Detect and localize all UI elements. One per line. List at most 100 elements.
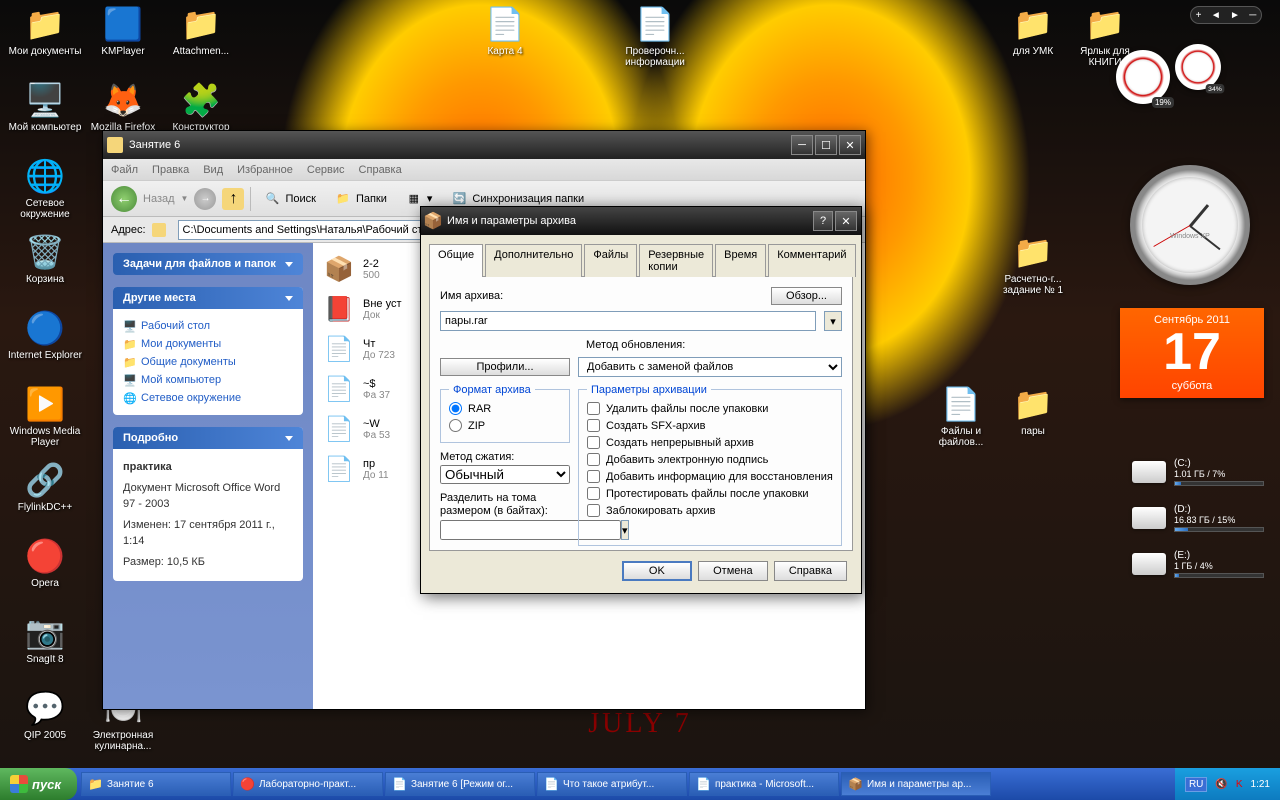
clock[interactable]: 1:21 — [1251, 779, 1270, 790]
param-checkbox[interactable]: Удалить файлы после упаковки — [587, 400, 833, 417]
disk-icon — [1132, 507, 1166, 529]
compression-select[interactable]: Обычный — [440, 465, 570, 484]
desktop-icon[interactable]: 📁Мои документы — [8, 4, 82, 57]
desktop-icon[interactable]: 💬QIP 2005 — [8, 688, 82, 741]
sidebar-place-link[interactable]: 🌐Сетевое окружение — [123, 389, 293, 407]
icon-label: Электронная кулинарна... — [86, 730, 160, 752]
param-checkbox[interactable]: Добавить информацию для восстановления — [587, 468, 833, 485]
archive-name-input[interactable] — [440, 311, 816, 331]
taskbar-button[interactable]: 📄практика - Microsoft... — [689, 772, 839, 796]
desktop-icon[interactable]: 🔴Opera — [8, 536, 82, 589]
desktop-icon[interactable]: ▶️Windows Media Player — [8, 384, 82, 448]
icon-glyph: ▶️ — [25, 384, 65, 424]
desktop-icon[interactable]: 📄Проверочн... информации — [618, 4, 692, 68]
explorer-titlebar[interactable]: Занятие 6 ─ ☐ ✕ — [103, 131, 865, 159]
dialog-close-button[interactable]: ✕ — [835, 211, 857, 231]
taskbar-button[interactable]: 📄Занятие 6 [Режим ог... — [385, 772, 535, 796]
archive-name-label: Имя архива: — [440, 290, 503, 302]
tasks-panel-header[interactable]: Задачи для файлов и папок — [113, 253, 303, 275]
param-checkbox[interactable]: Создать SFX-архив — [587, 417, 833, 434]
desktop-icon[interactable]: 🦊Mozilla Firefox — [86, 80, 160, 133]
minimize-button[interactable]: ─ — [791, 135, 813, 155]
desktop-icon[interactable]: 🧩Конструктор — [164, 80, 238, 133]
desktop-icon[interactable]: 🌐Сетевое окружение — [8, 156, 82, 220]
param-checkbox[interactable]: Протестировать файлы после упаковки — [587, 485, 833, 502]
tab-комментарий[interactable]: Комментарий — [768, 244, 855, 277]
desktop-icon[interactable]: 🔵Internet Explorer — [8, 308, 82, 361]
archive-name-dropdown[interactable]: ▾ — [824, 311, 842, 331]
explorer-sidepane: Задачи для файлов и папок Другие места 🖥… — [103, 243, 313, 709]
taskbar-button[interactable]: 📦Имя и параметры ар... — [841, 772, 991, 796]
forward-button[interactable]: → — [194, 188, 216, 210]
up-button[interactable]: ↑ — [222, 188, 244, 210]
details-panel-header[interactable]: Подробно — [113, 427, 303, 449]
tray-icon[interactable]: 🔇 — [1215, 779, 1227, 790]
menu-item[interactable]: Правка — [152, 164, 189, 176]
desktop-icon[interactable]: 📁пары — [996, 384, 1070, 437]
tab-дополнительно[interactable]: Дополнительно — [485, 244, 582, 277]
sidebar-place-link[interactable]: 📁Общие документы — [123, 353, 293, 371]
details-name: практика — [123, 457, 293, 478]
tab-время[interactable]: Время — [715, 244, 766, 277]
desktop-icon[interactable]: 📁Расчетно-г... задание № 1 — [996, 232, 1070, 296]
maximize-button[interactable]: ☐ — [815, 135, 837, 155]
cancel-button[interactable]: Отмена — [698, 561, 768, 581]
desktop-icon[interactable]: 📁для УМК — [996, 4, 1070, 57]
disk-info: 1 ГБ / 4% — [1174, 561, 1264, 571]
taskbar-button[interactable]: 📄Что такое атрибут... — [537, 772, 687, 796]
language-indicator[interactable]: RU — [1185, 777, 1207, 792]
param-checkbox[interactable]: Заблокировать архив — [587, 502, 833, 519]
desktop-icon[interactable]: 🖥️Мой компьютер — [8, 80, 82, 133]
address-label: Адрес: — [111, 224, 146, 236]
help-button[interactable]: ? — [813, 211, 833, 231]
sidebar-place-link[interactable]: 📁Мои документы — [123, 335, 293, 353]
dialog-titlebar[interactable]: 📦 Имя и параметры архива ? ✕ — [421, 207, 861, 235]
desktop-icon[interactable]: 🟦KMPlayer — [86, 4, 160, 57]
back-label: Назад — [143, 193, 175, 205]
dialog-title: Имя и параметры архива — [447, 215, 813, 227]
folders-button[interactable]: 📁Папки — [328, 187, 393, 211]
sidebar-place-link[interactable]: 🖥️Мой компьютер — [123, 371, 293, 389]
tab-файлы[interactable]: Файлы — [584, 244, 637, 277]
browse-button[interactable]: Обзор... — [771, 287, 842, 305]
tray-icon[interactable]: K — [1236, 779, 1243, 790]
icon-label: SnagIt 8 — [26, 654, 63, 665]
ok-button[interactable]: OK — [622, 561, 692, 581]
desktop-icon[interactable]: 🗑️Корзина — [8, 232, 82, 285]
sync-icon: 🔄 — [450, 190, 468, 208]
desktop-icon[interactable]: 📷SnagIt 8 — [8, 612, 82, 665]
icon-label: Attachmen... — [173, 46, 229, 57]
profiles-button[interactable]: Профили... — [440, 358, 570, 376]
desktop-icon[interactable]: 📄Файлы и файлов... — [924, 384, 998, 448]
desktop-icon[interactable]: 🔗FlylinkDC++ — [8, 460, 82, 513]
volume-control[interactable]: +◄►─ — [1190, 6, 1262, 24]
search-button[interactable]: 🔍Поиск — [257, 187, 321, 211]
format-radio-zip[interactable]: ZIP — [449, 417, 561, 434]
folder-icon — [152, 223, 166, 237]
places-panel-header[interactable]: Другие места — [113, 287, 303, 309]
menu-item[interactable]: Справка — [359, 164, 402, 176]
format-radio-rar[interactable]: RAR — [449, 400, 561, 417]
desktop-icon[interactable]: 📄Карта 4 — [468, 4, 542, 57]
menu-item[interactable]: Сервис — [307, 164, 345, 176]
desktop-icon[interactable]: 📁 Attachmen... — [164, 4, 238, 57]
sidebar-place-link[interactable]: 🖥️Рабочий стол — [123, 317, 293, 335]
menu-item[interactable]: Избранное — [237, 164, 293, 176]
param-checkbox[interactable]: Добавить электронную подпись — [587, 451, 833, 468]
icon-glyph: 🧩 — [181, 80, 221, 120]
start-button[interactable]: пуск — [0, 768, 77, 800]
tab-общие[interactable]: Общие — [429, 244, 483, 277]
menu-item[interactable]: Файл — [111, 164, 138, 176]
update-method-select[interactable]: Добавить с заменой файлов — [578, 357, 842, 377]
taskbar-button[interactable]: 🔴Лабораторно-практ... — [233, 772, 383, 796]
help-button[interactable]: Справка — [774, 561, 847, 581]
icon-label: KMPlayer — [101, 46, 144, 57]
icon-glyph: 📁 — [181, 4, 221, 44]
param-checkbox[interactable]: Создать непрерывный архив — [587, 434, 833, 451]
tab-резервные копии[interactable]: Резервные копии — [639, 244, 713, 277]
disk-label: (D:) — [1174, 504, 1264, 515]
back-button[interactable]: ← — [111, 186, 137, 212]
menu-item[interactable]: Вид — [203, 164, 223, 176]
taskbar-button[interactable]: 📁Занятие 6 — [81, 772, 231, 796]
close-button[interactable]: ✕ — [839, 135, 861, 155]
